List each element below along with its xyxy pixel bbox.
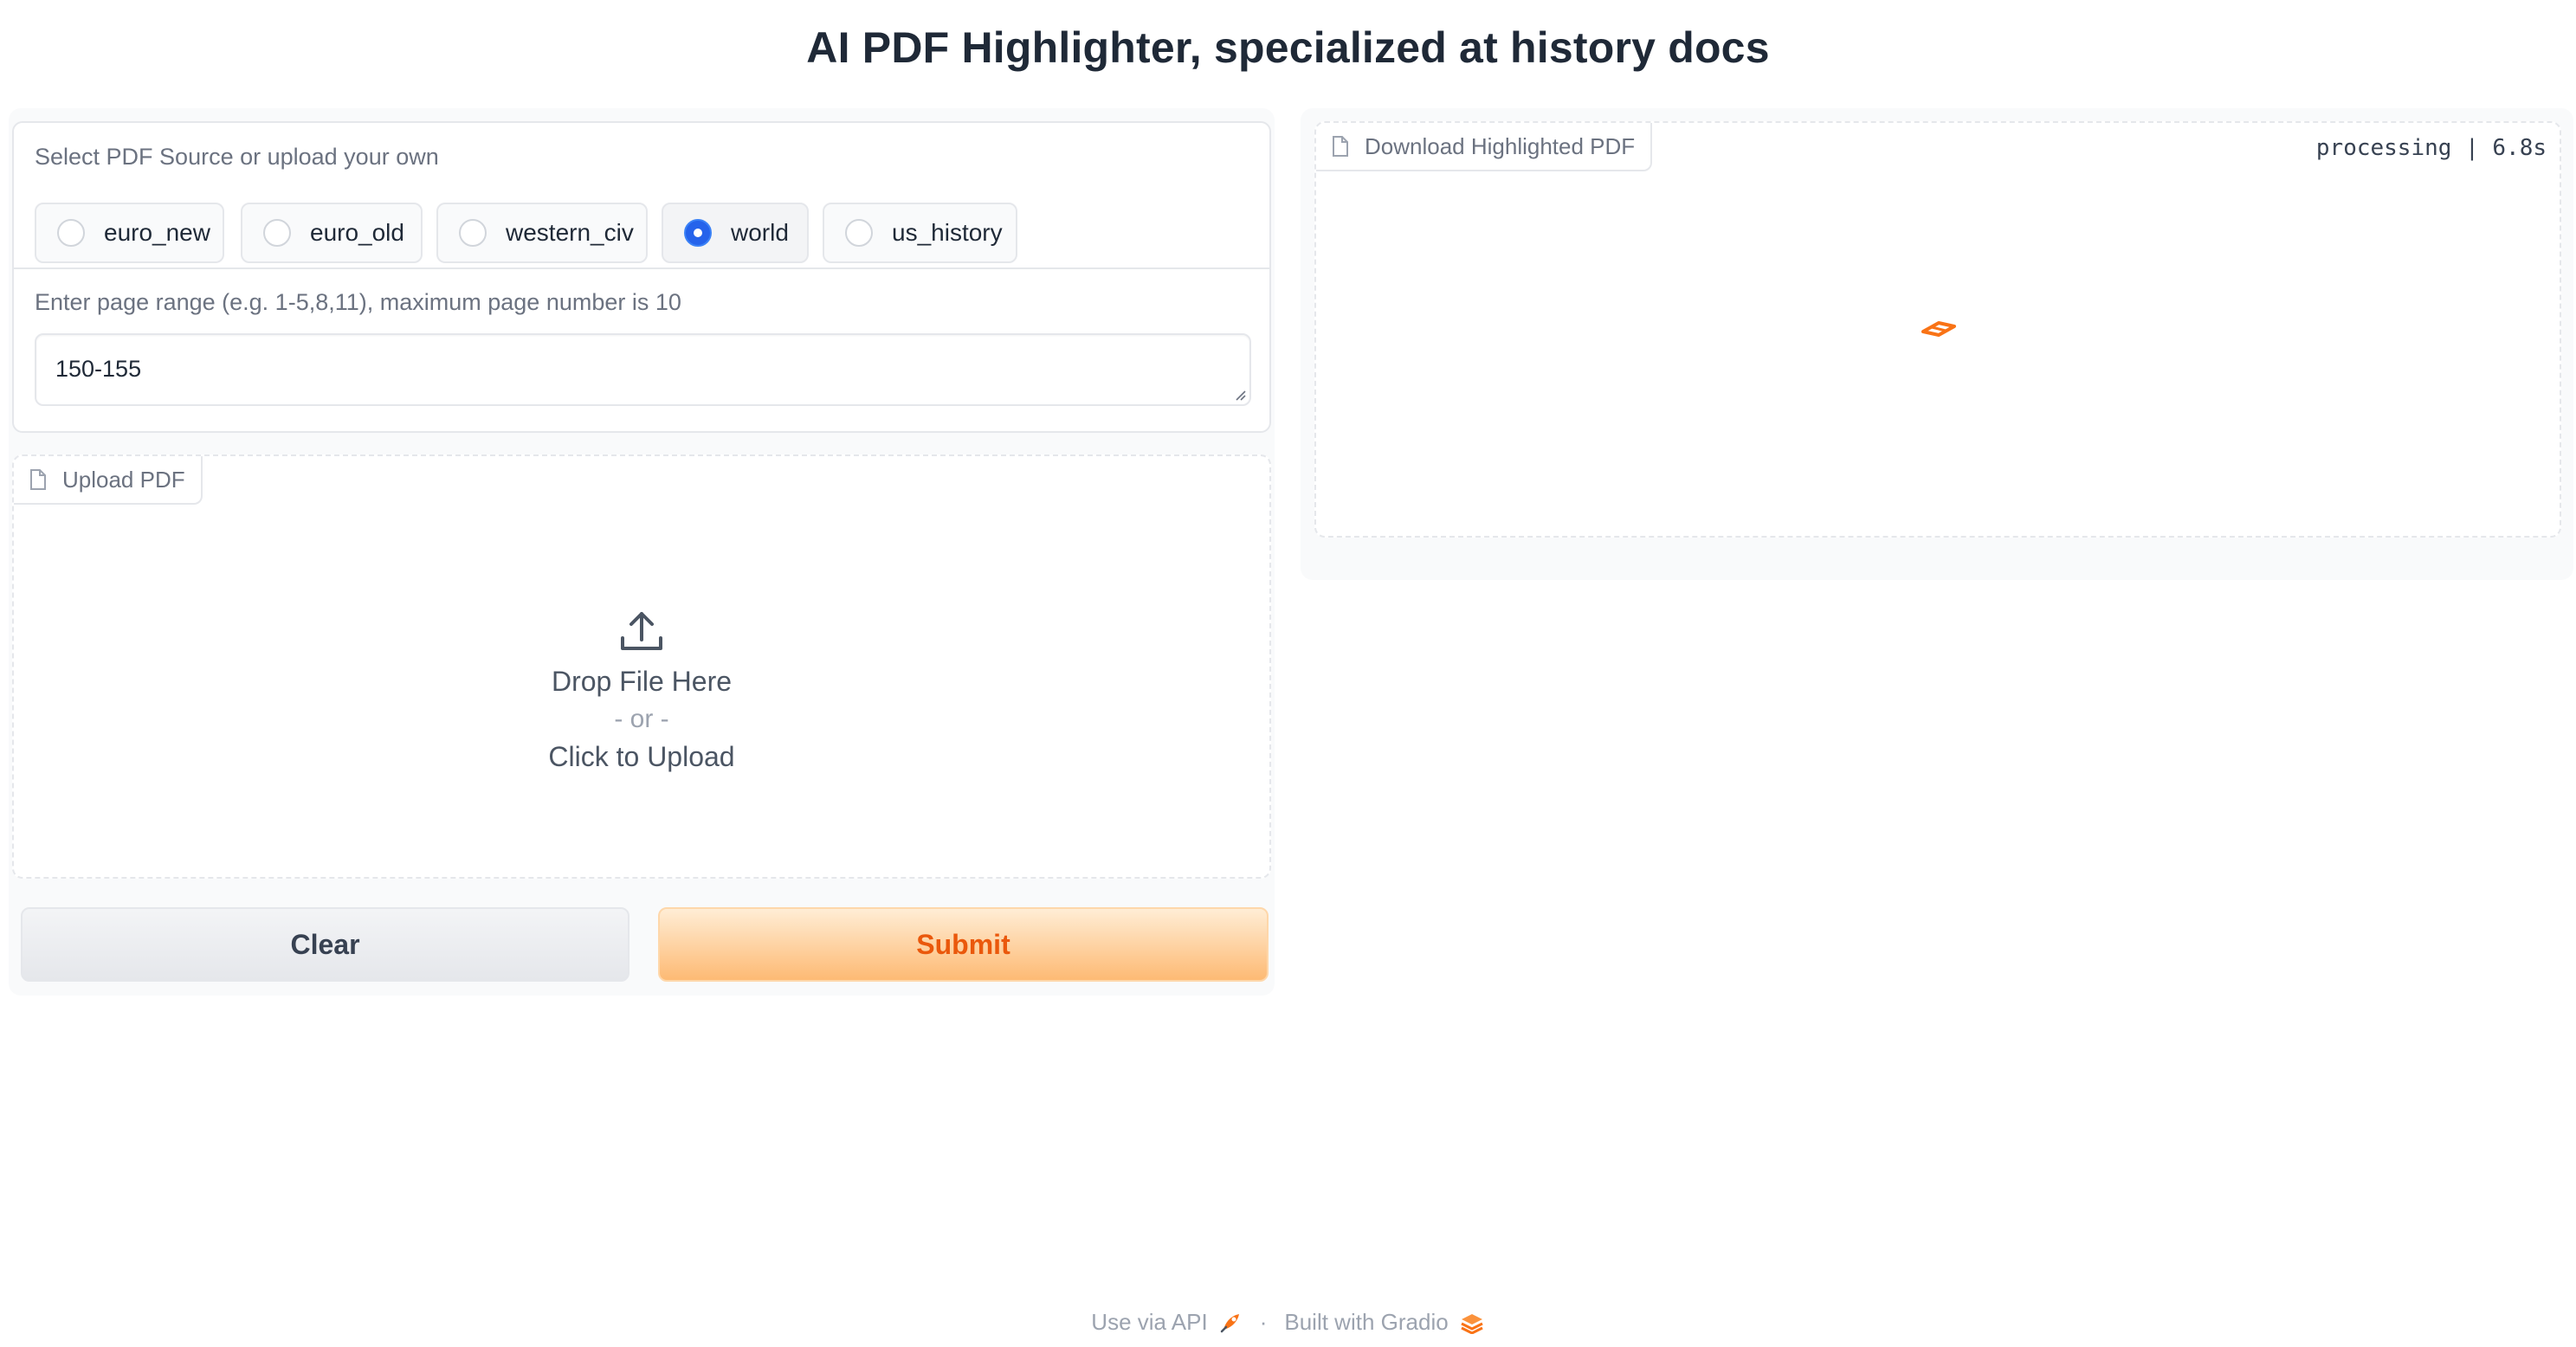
- page-title: AI PDF Highlighter, specialized at histo…: [806, 23, 1770, 72]
- gradio-logo-icon: [1461, 1313, 1483, 1334]
- upload-pdf-tab: Upload PDF: [14, 456, 203, 505]
- file-icon: [30, 469, 46, 490]
- footer-separator: ·: [1259, 1309, 1268, 1335]
- file-icon: [1333, 136, 1348, 157]
- radio-label: us_history: [892, 219, 1003, 246]
- radio-label: world: [731, 219, 789, 246]
- built-with-gradio-label: Built with Gradio: [1284, 1309, 1449, 1335]
- input-form-card: Select PDF Source or upload your own eur…: [12, 121, 1271, 433]
- radio-us-history[interactable]: us_history: [823, 203, 1017, 263]
- radio-label: euro_new: [104, 219, 210, 246]
- output-panel: Download Highlighted PDF: [1301, 108, 2573, 580]
- radio-circle-checked[interactable]: [684, 219, 712, 247]
- page-range-value: 150-155: [55, 356, 142, 382]
- upload-icon: [621, 612, 662, 650]
- radio-label: western_civ: [506, 219, 634, 246]
- source-label: Select PDF Source or upload your own: [35, 144, 439, 170]
- upload-pdf-label: Upload PDF: [62, 466, 185, 493]
- radio-circle[interactable]: [263, 219, 291, 247]
- input-panel: Select PDF Source or upload your own eur…: [9, 108, 1275, 996]
- upload-pdf-card: Upload PDF Drop File Here - or - Click t…: [12, 454, 1271, 879]
- download-pdf-card: Download Highlighted PDF: [1314, 121, 2561, 538]
- radio-circle[interactable]: [459, 219, 487, 247]
- page-range-label: Enter page range (e.g. 1-5,8,11), maximu…: [35, 289, 681, 315]
- radio-euro-new[interactable]: euro_new: [35, 203, 224, 263]
- clear-button[interactable]: Clear: [21, 907, 629, 982]
- download-pdf-tab: Download Highlighted PDF: [1316, 123, 1653, 171]
- use-via-api-label: Use via API: [1091, 1309, 1208, 1335]
- footer: Use via API · Built with Gradio: [0, 1309, 2576, 1336]
- radio-circle[interactable]: [845, 219, 873, 247]
- drop-file-text: Drop File Here: [551, 666, 733, 697]
- radio-euro-old[interactable]: euro_old: [241, 203, 423, 263]
- form-divider: [14, 267, 1269, 269]
- built-with-gradio-link[interactable]: Built with Gradio: [1284, 1309, 1484, 1336]
- resize-grip-icon[interactable]: [1232, 387, 1246, 401]
- radio-western-civ[interactable]: western_civ: [436, 203, 648, 263]
- radio-label: euro_old: [310, 219, 404, 246]
- submit-button[interactable]: Submit: [658, 907, 1269, 982]
- loading-spinner-icon: [1921, 321, 1956, 337]
- or-text: - or -: [614, 705, 669, 733]
- page-range-input[interactable]: 150-155: [35, 333, 1251, 406]
- radio-circle[interactable]: [57, 219, 85, 247]
- use-via-api-link[interactable]: Use via API: [1091, 1309, 1242, 1336]
- click-to-upload-text: Click to Upload: [548, 741, 735, 772]
- radio-world[interactable]: world: [662, 203, 809, 263]
- processing-status: processing | 6.8s: [2315, 135, 2547, 161]
- download-pdf-label: Download Highlighted PDF: [1365, 132, 1636, 159]
- rocket-icon: [1220, 1313, 1239, 1332]
- upload-dropzone[interactable]: Drop File Here - or - Click to Upload: [14, 505, 1269, 877]
